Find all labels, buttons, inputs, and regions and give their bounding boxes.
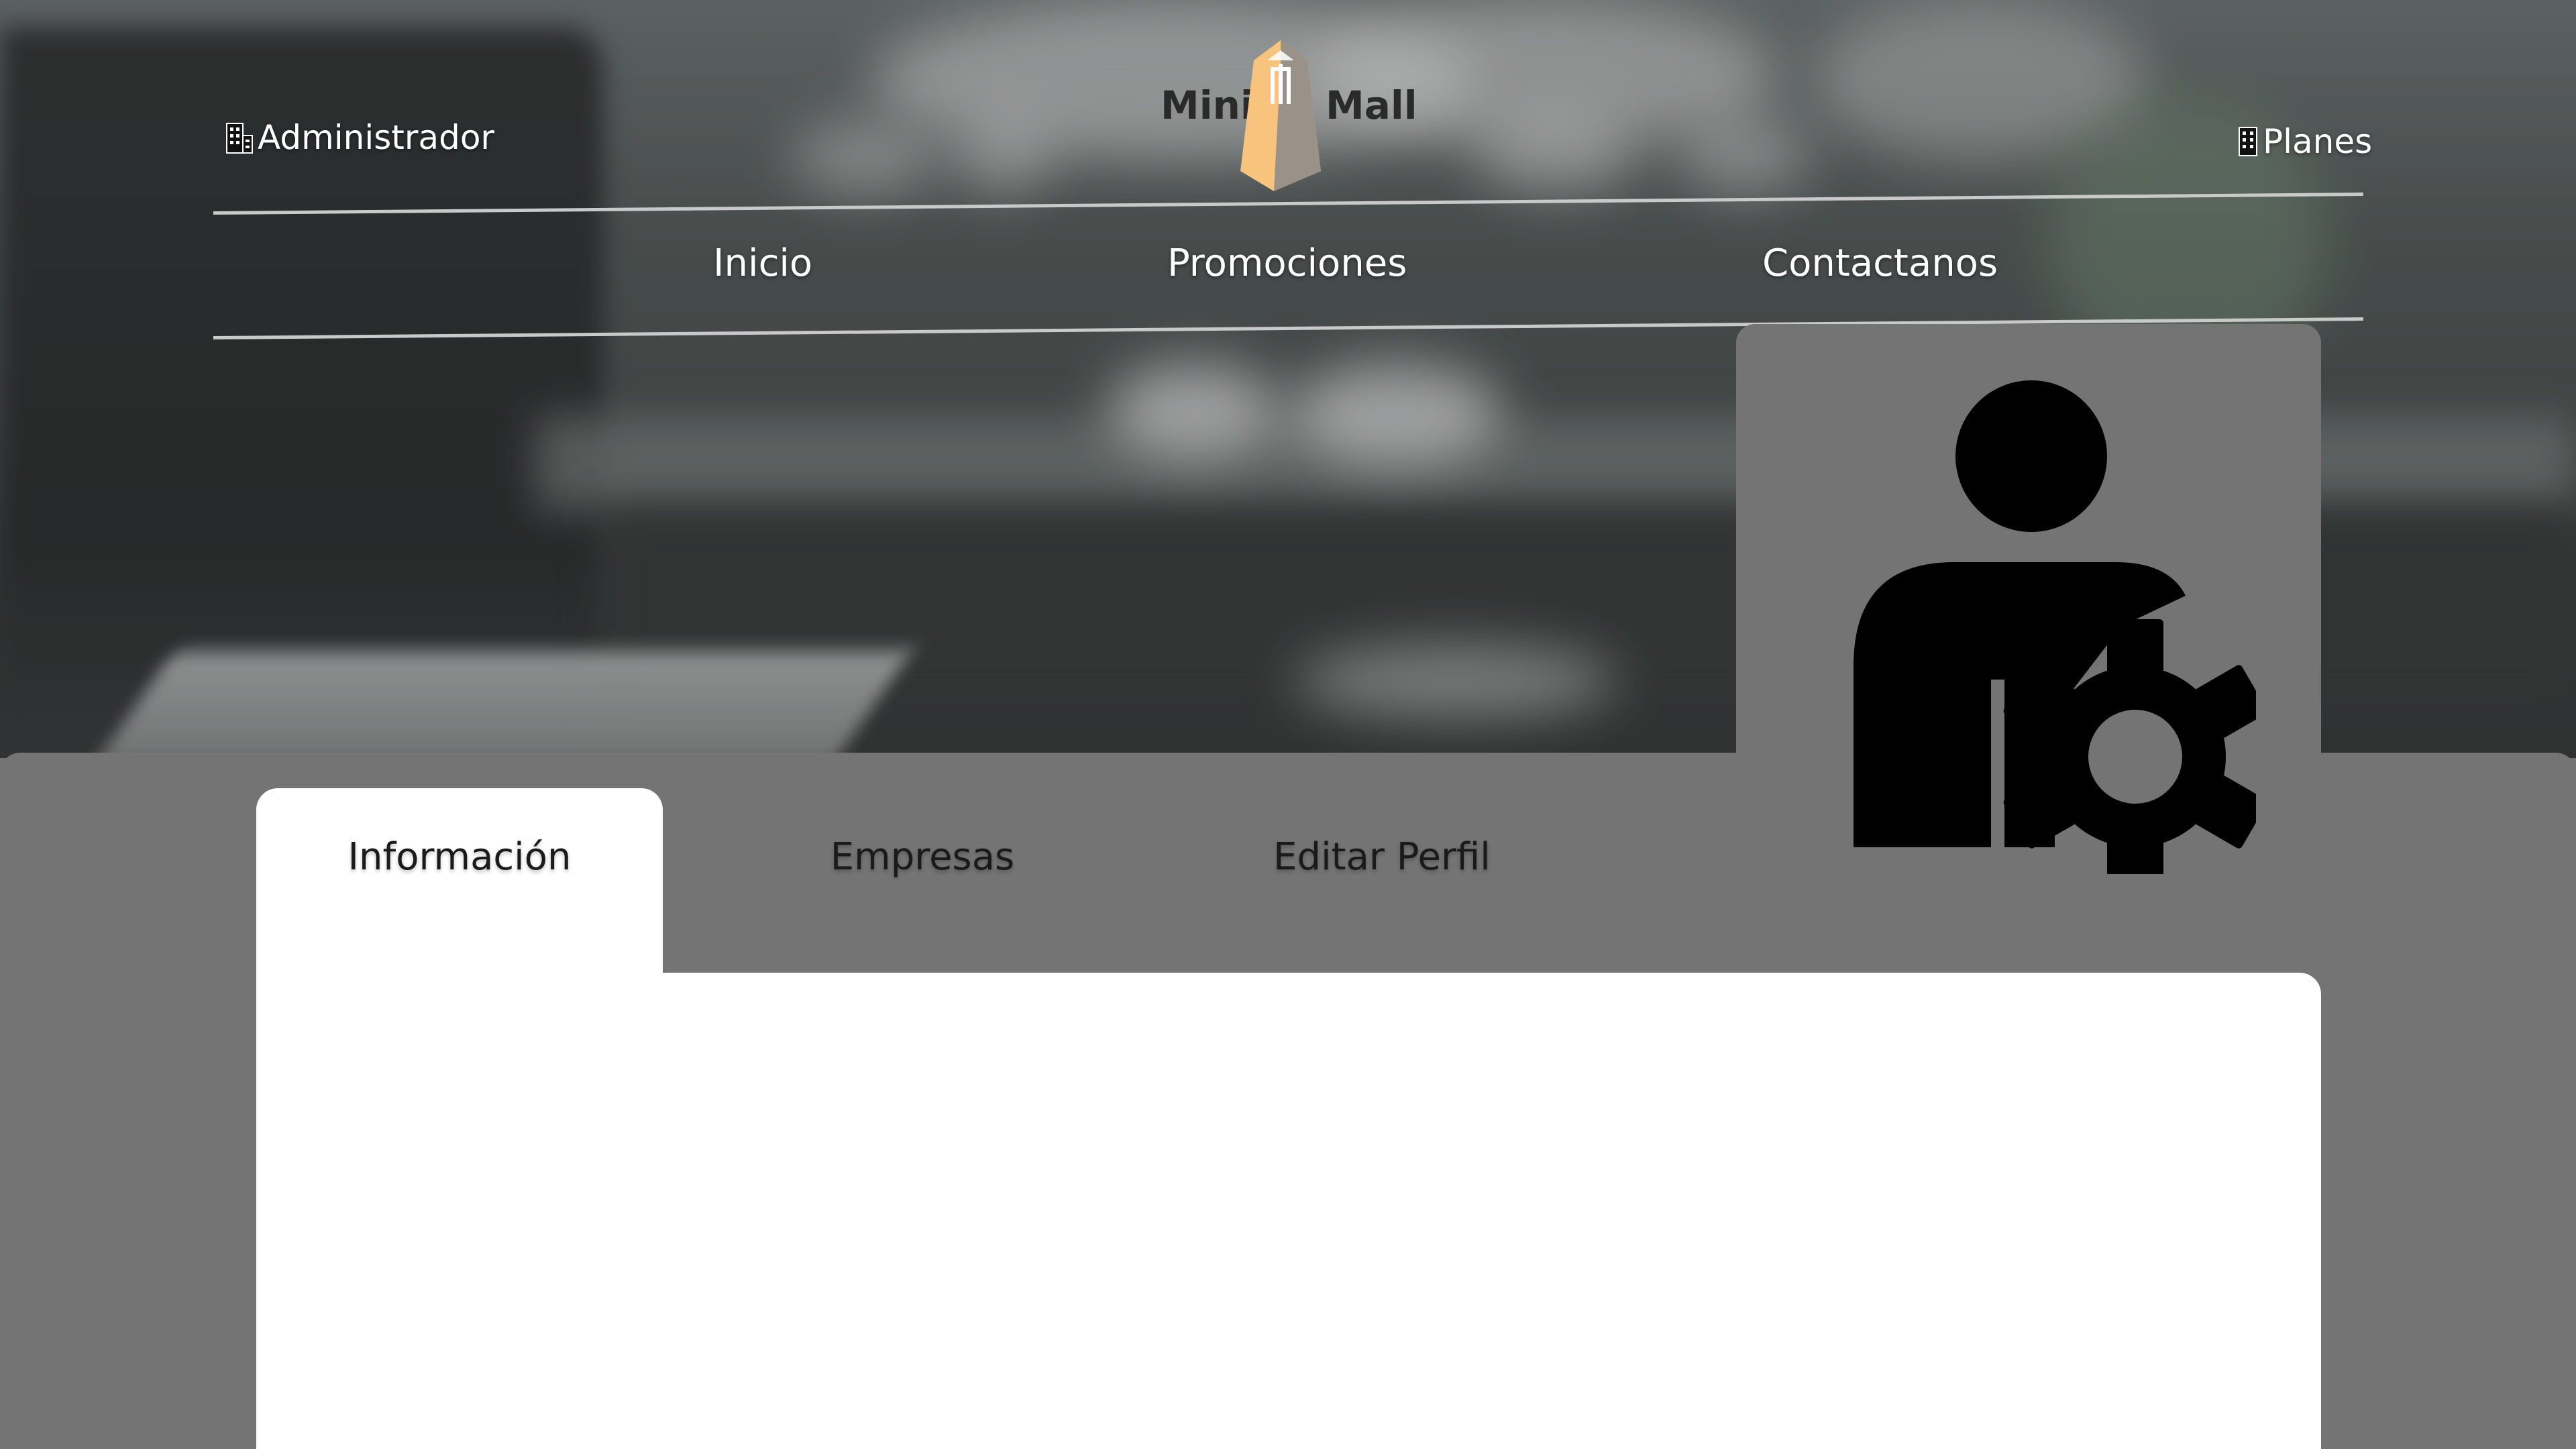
admin-link[interactable]: Administrador xyxy=(225,118,494,157)
tab-informacion[interactable]: Información xyxy=(256,788,663,983)
page: Administrador Planes Mini Mall Inicio Pr… xyxy=(0,0,2576,1449)
avatar-card xyxy=(1736,324,2321,874)
building-icon xyxy=(225,121,254,154)
planes-link[interactable]: Planes xyxy=(2237,122,2372,161)
logo-word-mall: Mall xyxy=(1326,83,1417,128)
tab-editar-perfil-label: Editar Perfil xyxy=(1273,835,1491,879)
nav-promociones[interactable]: Promociones xyxy=(1167,241,1407,285)
nav-inicio[interactable]: Inicio xyxy=(713,241,812,285)
building-logo-icon xyxy=(1240,40,1321,191)
nav-contactanos[interactable]: Contactanos xyxy=(1762,241,1998,285)
minimall-logo[interactable]: Mini Mall xyxy=(1161,37,1417,198)
user-gear-icon xyxy=(1854,380,2256,874)
tab-editar-perfil[interactable]: Editar Perfil xyxy=(1187,788,1576,983)
admin-label: Administrador xyxy=(258,118,494,157)
tab-empresas-label: Empresas xyxy=(830,835,1015,879)
planes-label: Planes xyxy=(2263,122,2373,161)
tab-informacion-label: Información xyxy=(347,835,572,879)
office-building-icon xyxy=(2237,125,2259,158)
tab-empresas[interactable]: Empresas xyxy=(728,788,1117,983)
tab-content-area xyxy=(256,973,2321,1449)
